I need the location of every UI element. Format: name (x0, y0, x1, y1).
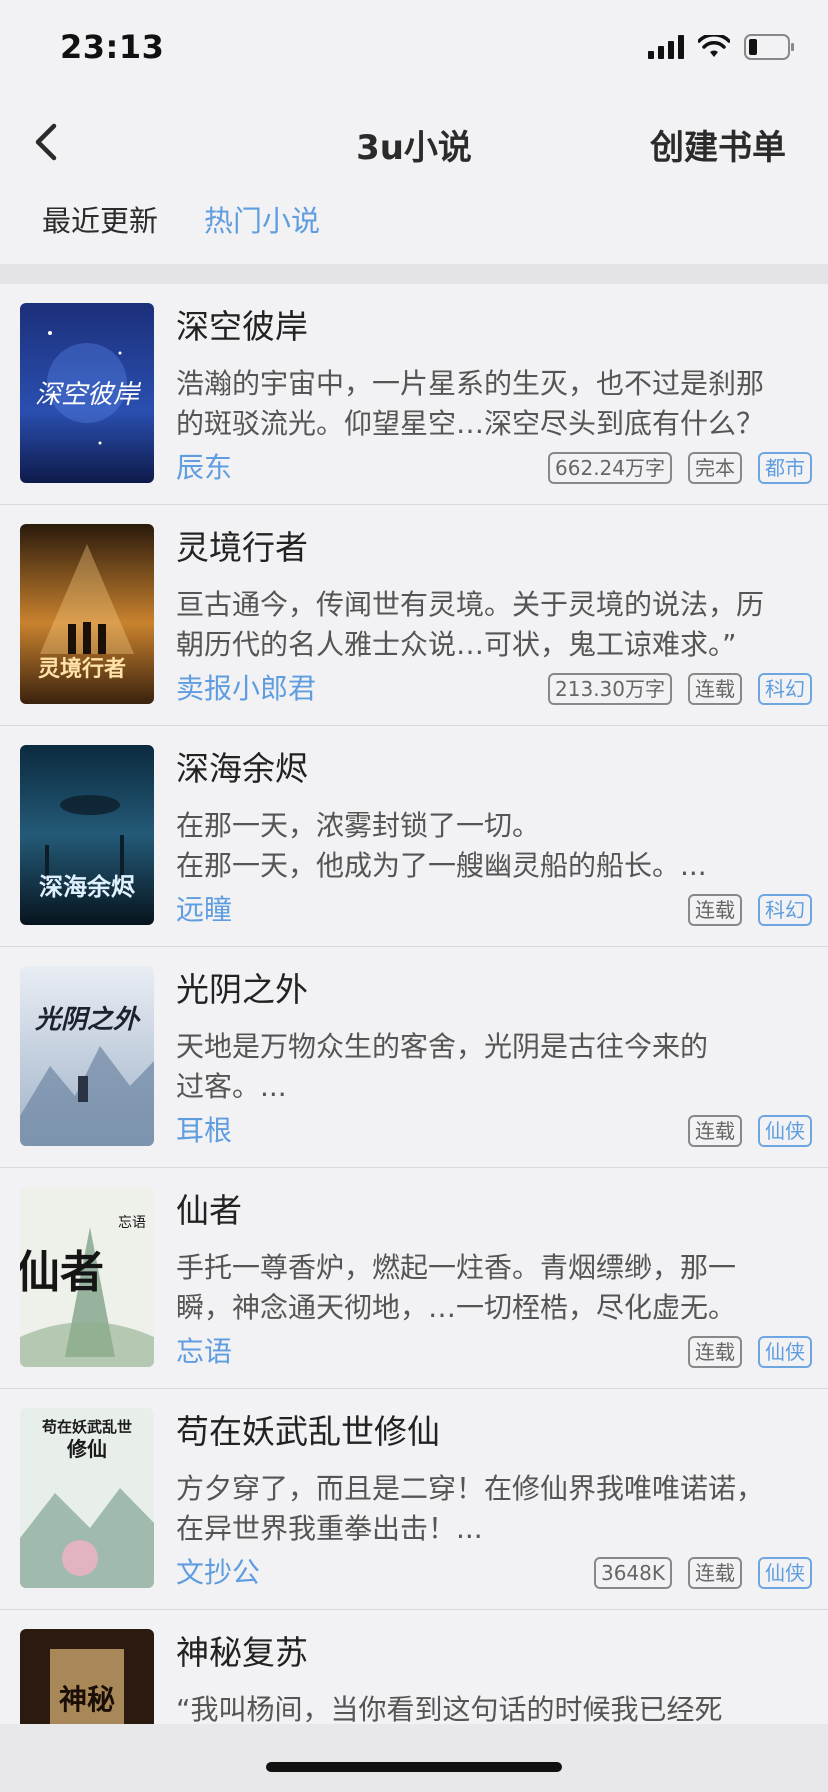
book-tags: 213.30万字 连载 科幻 (548, 673, 812, 705)
battery-icon (744, 34, 794, 60)
book-tags: 662.24万字 完本 都市 (548, 452, 812, 484)
book-cover: 深空彼岸 (20, 303, 154, 483)
book-title: 神秘复苏 (176, 1633, 308, 1672)
book-description: 天地是万物众生的客舍，光阴是古往今来的 过客。... (176, 1030, 709, 1103)
book-tags: 3648K 连载 仙侠 (593, 1557, 812, 1589)
tab-bar: 最近更新 热门小说 (0, 188, 828, 264)
book-description: 方夕穿了，而且是二穿！在修仙界我唯唯诺诺， 在异世界我重拳出击！... (176, 1472, 765, 1545)
create-booklist-button[interactable]: 创建书单 (650, 120, 786, 169)
book-tags: 连载 科幻 (688, 894, 812, 926)
book-item[interactable]: 深海余烬 深海余烬 在那一天，浓雾封锁了一切。 在那一天，他成为了一艘幽灵船的船… (0, 726, 828, 947)
status-badge: 连载 (688, 673, 742, 705)
book-item[interactable]: 灵境行者 灵境行者 亘古通今，传闻世有灵境。关于灵境的说法，历 朝历代的名人雅士… (0, 505, 828, 726)
book-title: 仙者 (176, 1191, 242, 1230)
word-count-badge: 213.30万字 (548, 673, 672, 705)
book-author[interactable]: 文抄公 (176, 1551, 260, 1591)
status-badge: 连载 (688, 1115, 742, 1147)
book-description: “我叫杨间，当你看到这句话的时候我已经死 (176, 1693, 723, 1724)
status-bar: 23:13 (0, 0, 828, 100)
status-badge: 连载 (688, 894, 742, 926)
genre-badge: 科幻 (758, 673, 812, 705)
wifi-icon (698, 35, 730, 57)
book-title: 深海余烬 (176, 749, 308, 788)
svg-text:灵境行者: 灵境行者 (38, 656, 126, 682)
status-badge: 连载 (688, 1336, 742, 1368)
section-divider (0, 264, 828, 284)
book-item[interactable]: 苟在妖武乱世 修仙 苟在妖武乱世修仙 方夕穿了，而且是二穿！在修仙界我唯唯诺诺，… (0, 1389, 828, 1610)
book-item[interactable]: 光阴之外 光阴之外 天地是万物众生的客舍，光阴是古往今来的 过客。... 耳根 … (0, 947, 828, 1168)
nav-bar: 3u小说 创建书单 (0, 100, 828, 184)
book-description: 手托一尊香炉，燃起一炷香。青烟缥缈，那一 瞬，神念通天彻地，…一切桎梏，尽化虚无… (176, 1251, 737, 1324)
book-description: 亘古通今，传闻世有灵境。关于灵境的说法，历 朝历代的名人雅士众说…可状，鬼工谅难… (176, 588, 765, 661)
word-count-badge: 3648K (593, 1557, 672, 1589)
book-author[interactable]: 辰东 (176, 446, 232, 486)
book-title: 灵境行者 (176, 528, 308, 567)
book-cover: 仙者 忘语 (20, 1187, 154, 1367)
book-item[interactable]: 深空彼岸 深空彼岸 浩瀚的宇宙中，一片星系的生灭，也不过是刹那 的斑驳流光。仰望… (0, 284, 828, 505)
home-indicator[interactable] (266, 1762, 562, 1772)
svg-text:深空彼岸: 深空彼岸 (35, 380, 142, 410)
svg-text:苟在妖武乱世: 苟在妖武乱世 (41, 1418, 132, 1436)
book-author[interactable]: 远瞳 (176, 888, 232, 928)
book-cover: 灵境行者 (20, 524, 154, 704)
status-badge: 连载 (688, 1557, 742, 1589)
genre-badge: 仙侠 (758, 1557, 812, 1589)
book-cover: 深海余烬 (20, 745, 154, 925)
book-cover: 神秘 (20, 1629, 154, 1724)
book-description: 浩瀚的宇宙中，一片星系的生灭，也不过是刹那 的斑驳流光。仰望星空…深空尽头到底有… (176, 367, 765, 440)
book-cover: 苟在妖武乱世 修仙 (20, 1408, 154, 1588)
svg-text:修仙: 修仙 (66, 1437, 107, 1461)
book-author[interactable]: 耳根 (176, 1109, 232, 1149)
book-item[interactable]: 仙者 忘语 仙者 手托一尊香炉，燃起一炷香。青烟缥缈，那一 瞬，神念通天彻地，…… (0, 1168, 828, 1389)
book-description: 在那一天，浓雾封锁了一切。 在那一天，他成为了一艘幽灵船的船长。... (176, 809, 707, 882)
book-author[interactable]: 忘语 (176, 1330, 232, 1370)
status-time: 23:13 (60, 28, 165, 66)
svg-text:神秘: 神秘 (59, 1683, 115, 1716)
svg-text:深海余烬: 深海余烬 (39, 873, 136, 901)
signal-icon (648, 35, 684, 59)
svg-text:光阴之外: 光阴之外 (34, 1005, 141, 1035)
genre-badge: 科幻 (758, 894, 812, 926)
tab-recent-updates[interactable]: 最近更新 (42, 198, 158, 240)
book-list: 深空彼岸 深空彼岸 浩瀚的宇宙中，一片星系的生灭，也不过是刹那 的斑驳流光。仰望… (0, 284, 828, 1724)
book-author[interactable]: 卖报小郎君 (176, 667, 316, 707)
home-indicator-area (0, 1724, 828, 1792)
book-title: 光阴之外 (176, 970, 308, 1009)
book-title: 苟在妖武乱世修仙 (176, 1412, 440, 1451)
tab-popular-novels[interactable]: 热门小说 (204, 198, 320, 240)
genre-badge: 仙侠 (758, 1115, 812, 1147)
status-icons (648, 34, 796, 60)
status-badge: 完本 (688, 452, 742, 484)
book-item[interactable]: 神秘 神秘复苏 “我叫杨间，当你看到这句话的时候我已经死 (0, 1610, 828, 1724)
book-title: 深空彼岸 (176, 307, 308, 346)
book-tags: 连载 仙侠 (688, 1115, 812, 1147)
svg-text:仙者: 仙者 (20, 1247, 104, 1298)
word-count-badge: 662.24万字 (548, 452, 672, 484)
genre-badge: 仙侠 (758, 1336, 812, 1368)
book-cover: 光阴之外 (20, 966, 154, 1146)
genre-badge: 都市 (758, 452, 812, 484)
book-tags: 连载 仙侠 (688, 1336, 812, 1368)
svg-text:忘语: 忘语 (118, 1215, 146, 1231)
